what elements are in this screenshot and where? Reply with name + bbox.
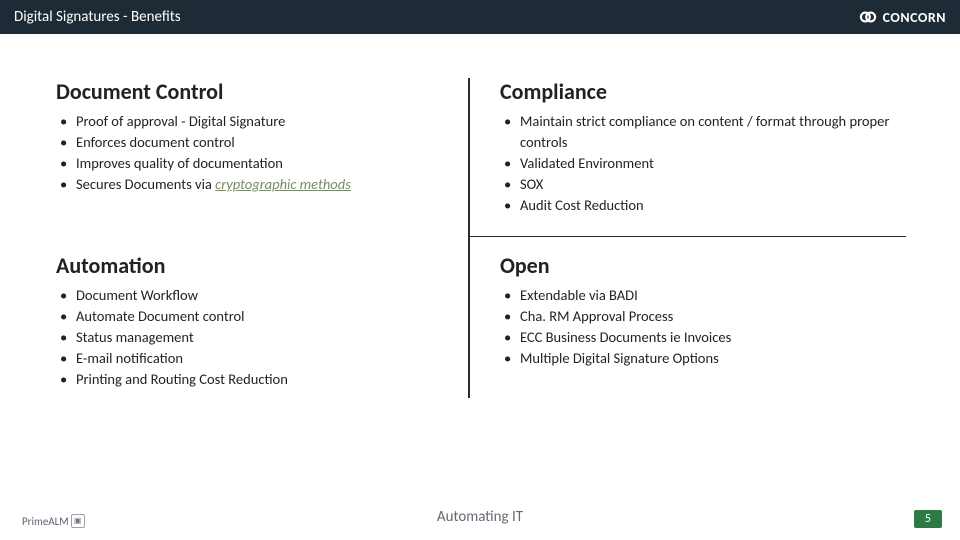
quadrant-heading: Open <box>500 252 904 279</box>
quadrant-automation: Automation Document Workflow Automate Do… <box>56 252 460 390</box>
list-item: Automate Document control <box>56 306 460 327</box>
slide-header: Digital Signatures - Benefits CONCORN <box>0 0 960 34</box>
list-item: Extendable via BADI <box>500 285 904 306</box>
horizontal-divider <box>468 236 906 237</box>
quadrant-open: Open Extendable via BADI Cha. RM Approva… <box>500 252 904 390</box>
slide-title: Digital Signatures - Benefits <box>14 8 181 26</box>
list-item: Enforces document control <box>56 132 460 153</box>
list-item: Improves quality of documentation <box>56 153 460 174</box>
list-item: Validated Environment <box>500 153 904 174</box>
quadrant-heading: Compliance <box>500 78 904 105</box>
quadrant-list: Document Workflow Automate Document cont… <box>56 285 460 390</box>
footer-center-text: Automating IT <box>437 508 523 526</box>
company-logo: CONCORN <box>859 9 946 26</box>
quadrant-grid: Document Control Proof of approval - Dig… <box>56 78 904 390</box>
page-number-badge: 5 <box>914 510 942 528</box>
company-logo-text: CONCORN <box>883 9 946 26</box>
list-item: Proof of approval - Digital Signature <box>56 111 460 132</box>
list-item: Maintain strict compliance on content / … <box>500 111 904 153</box>
footer-left-logo: PrimeALM ▣ <box>22 514 85 528</box>
list-item: ECC Business Documents ie Invoices <box>500 327 904 348</box>
quadrant-heading: Document Control <box>56 78 460 105</box>
list-item: Document Workflow <box>56 285 460 306</box>
emphasis-text: cryptographic methods <box>215 175 351 193</box>
quadrant-document-control: Document Control Proof of approval - Dig… <box>56 78 460 216</box>
list-item: Audit Cost Reduction <box>500 195 904 216</box>
list-item: Status management <box>56 327 460 348</box>
slide-body: Document Control Proof of approval - Dig… <box>0 34 960 390</box>
quadrant-heading: Automation <box>56 252 460 279</box>
company-logo-icon <box>859 9 877 25</box>
slide-footer: PrimeALM ▣ Automating IT 5 <box>0 504 960 530</box>
footer-logo-badge-icon: ▣ <box>71 514 85 528</box>
list-item: Secures Documents via cryptographic meth… <box>56 174 460 195</box>
quadrant-compliance: Compliance Maintain strict compliance on… <box>500 78 904 216</box>
list-item: Printing and Routing Cost Reduction <box>56 369 460 390</box>
quadrant-list: Extendable via BADI Cha. RM Approval Pro… <box>500 285 904 369</box>
list-item: Cha. RM Approval Process <box>500 306 904 327</box>
quadrant-list: Proof of approval - Digital Signature En… <box>56 111 460 195</box>
footer-logo-text: PrimeALM <box>22 515 69 528</box>
list-item: Multiple Digital Signature Options <box>500 348 904 369</box>
quadrant-list: Maintain strict compliance on content / … <box>500 111 904 216</box>
list-item: SOX <box>500 174 904 195</box>
list-item: E-mail notification <box>56 348 460 369</box>
vertical-divider <box>468 78 470 398</box>
